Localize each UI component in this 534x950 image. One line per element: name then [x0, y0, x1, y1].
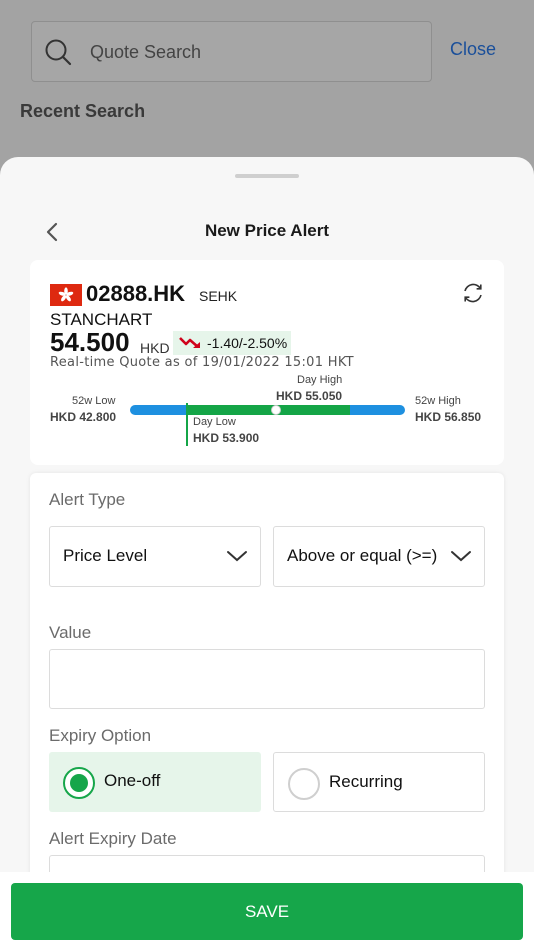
52w-high-value: HKD 56.850: [415, 410, 482, 424]
quote-card: 02888.HK SEHK STANCHART 54.500 HKD -1.40…: [30, 260, 504, 465]
expiry-option-label: Expiry Option: [49, 726, 152, 745]
recurring-option[interactable]: Recurring: [273, 752, 485, 812]
quote-search-input[interactable]: Quote Search: [31, 21, 432, 82]
condition-select[interactable]: Above or equal (>=): [273, 526, 485, 587]
hk-flag-icon: [50, 284, 82, 306]
sheet-drag-handle[interactable]: [235, 174, 299, 178]
day-high-value: HKD 55.050: [276, 389, 343, 403]
price-change-badge: -1.40/-2.50%: [173, 331, 291, 355]
52w-high-label: 52w High: [415, 395, 461, 407]
condition-value: Above or equal (>=): [287, 546, 438, 565]
last-price: 54.500: [50, 327, 130, 357]
close-button[interactable]: Close: [450, 39, 496, 60]
one-off-option[interactable]: One-off: [49, 752, 261, 812]
one-off-label: One-off: [104, 771, 161, 790]
day-high-label: Day High: [297, 374, 343, 386]
price-alert-sheet: New Price Alert 02888.HK SEHK STANCHART …: [0, 157, 534, 950]
quote-timestamp: Real-time Quote as of 19/01/2022 15:01 H…: [50, 355, 354, 370]
exchange-label: SEHK: [199, 288, 238, 304]
recent-search-heading: Recent Search: [20, 101, 146, 121]
day-low-marker: [186, 403, 188, 446]
sheet-title: New Price Alert: [204, 221, 330, 240]
52w-low-value: HKD 42.800: [50, 410, 117, 424]
alert-type-select[interactable]: Price Level: [49, 526, 261, 587]
search-icon: [45, 39, 72, 66]
day-range-bar: [186, 405, 350, 415]
refresh-icon[interactable]: [460, 280, 486, 306]
save-button[interactable]: SAVE: [11, 883, 523, 940]
price-change-text: -1.40/-2.50%: [207, 335, 288, 351]
chevron-down-icon: [227, 551, 247, 562]
recurring-label: Recurring: [329, 772, 403, 791]
trend-down-icon: [179, 337, 200, 348]
price-currency: HKD: [140, 340, 170, 356]
search-placeholder: Quote Search: [90, 42, 202, 62]
expiry-date-label: Alert Expiry Date: [49, 829, 177, 848]
alert-type-label: Alert Type: [49, 490, 126, 509]
one-off-radio[interactable]: [63, 767, 95, 799]
chevron-down-icon: [451, 551, 471, 562]
recurring-radio[interactable]: [288, 768, 320, 800]
day-low-label: Day Low: [193, 416, 236, 428]
current-price-marker: [271, 405, 281, 415]
stock-symbol: 02888.HK: [86, 281, 186, 306]
alert-type-value: Price Level: [63, 546, 148, 565]
value-label: Value: [49, 623, 92, 642]
day-low-value: HKD 53.900: [193, 431, 260, 445]
save-bar: SAVE: [0, 872, 534, 950]
value-input[interactable]: [49, 649, 485, 709]
52w-low-label: 52w Low: [72, 395, 116, 407]
